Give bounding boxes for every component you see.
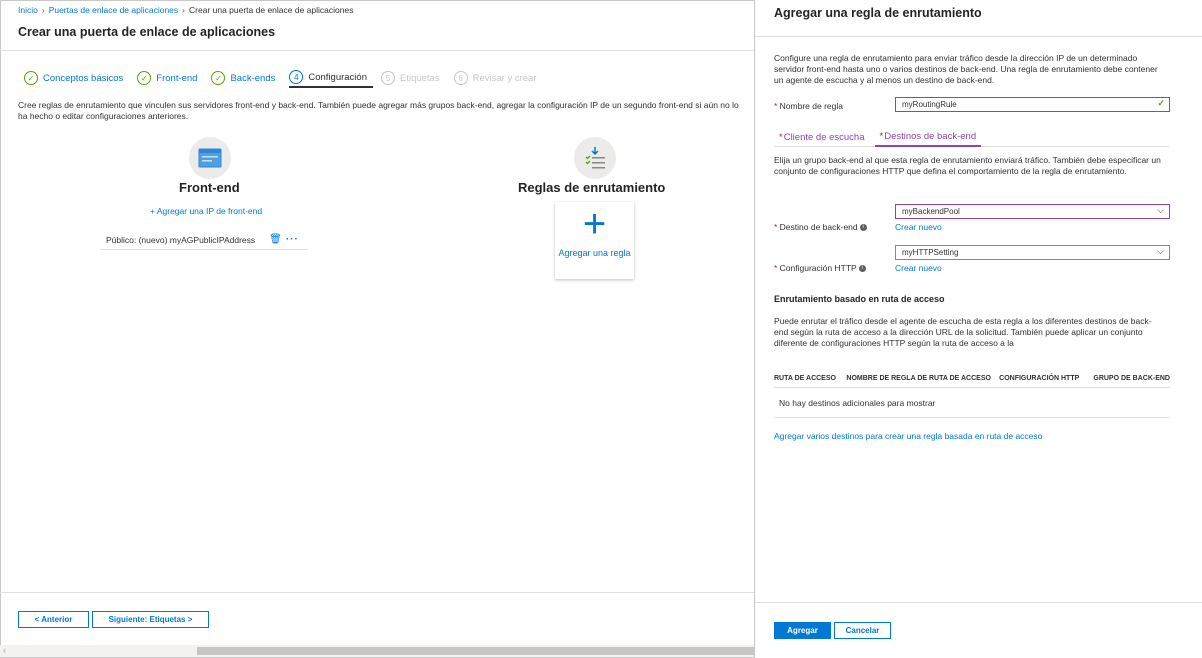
routing-rules-title: Reglas de enrutamiento: [518, 180, 666, 195]
chevron-down-icon: ⌵: [1157, 246, 1164, 256]
rule-name-value: myRoutingRule: [902, 100, 957, 109]
create-new-backend-link[interactable]: Crear nuevo: [895, 222, 942, 232]
check-circle-icon: ✓: [211, 71, 226, 85]
breadcrumb: Inicio › Puertas de enlace de aplicaciones…: [18, 5, 353, 15]
tab-label: Conceptos básicos: [43, 72, 124, 84]
frontend-ip-entry: Público: (nuevo) myAGPublicIPAddress: [106, 234, 256, 245]
panel-intro: Configure una regla de enrutamiento para…: [774, 53, 1158, 85]
divider: [0, 592, 754, 593]
tab-label: Revisar y crear: [472, 72, 537, 84]
path-targets-table: RUTA DE ACCESO NOMBRE DE REGLA DE RUTA D…: [774, 370, 1170, 418]
breadcrumb-home[interactable]: Inicio: [18, 5, 38, 15]
frontend-title: Front-end: [179, 180, 240, 195]
path-routing-description: Puede enrutar el tráfico desde el agente…: [774, 316, 1152, 348]
tab-frontend[interactable]: ✓ Front-end: [137, 68, 203, 88]
cancel-button[interactable]: Cancelar: [834, 622, 891, 639]
check-circle-icon: ✓: [137, 71, 152, 85]
column-header: GRUPO DE BACK-END: [1093, 375, 1170, 382]
scrollbar-thumb[interactable]: [197, 647, 754, 655]
panel-title: Agregar una regla de enrutamiento: [774, 6, 982, 20]
add-button[interactable]: Agregar: [774, 622, 831, 639]
tab-label: Back-ends: [230, 72, 276, 84]
tab-listener[interactable]: * Cliente de escucha: [774, 127, 870, 147]
info-icon: i: [858, 265, 866, 273]
http-setting-value: myHTTPSetting: [902, 248, 959, 257]
tab-tags[interactable]: 5 Etiquetas: [380, 68, 446, 88]
step-number-icon: 4: [289, 70, 304, 84]
tab-backends[interactable]: ✓ Back-ends: [211, 68, 281, 88]
step-number-icon: 5: [380, 71, 395, 85]
info-icon: i: [859, 224, 867, 232]
breadcrumb-gateways[interactable]: Puertas de enlace de aplicaciones: [49, 5, 178, 15]
trash-icon[interactable]: 🗑: [269, 234, 282, 245]
add-multiple-targets-link[interactable]: Agregar varios destinos para crear una r…: [774, 431, 1042, 441]
frontend-ip-row: Público: (nuevo) myAGPublicIPAddress 🗑 ·…: [100, 230, 308, 250]
path-routing-heading: Enrutamiento basado en ruta de acceso: [774, 294, 945, 304]
divider: [755, 36, 1202, 37]
checkmark-icon: ✓: [1157, 98, 1165, 108]
plus-icon: +: [582, 202, 607, 246]
tab-label: Etiquetas: [399, 72, 440, 84]
rule-name-label: * Nombre de regla: [774, 101, 843, 111]
previous-button[interactable]: < Anterior: [18, 611, 89, 628]
breadcrumb-current: Crear una puerta de enlace de aplicacion…: [189, 5, 354, 15]
more-options-icon[interactable]: ···: [286, 234, 299, 245]
http-setting-label: * Configuración HTTP i: [774, 263, 866, 273]
tab-label: Configuración: [308, 71, 367, 83]
panel-tabs: * Cliente de escucha * Destinos de back-en…: [774, 127, 1169, 147]
divider: [755, 602, 1202, 603]
check-circle-icon: ✓: [24, 71, 38, 85]
add-frontend-ip-link[interactable]: + Agregar una IP de front-end: [150, 206, 262, 216]
backend-target-select[interactable]: myBackendPool ⌵: [895, 204, 1170, 219]
tab-configuration[interactable]: 4 Configuración: [289, 68, 373, 88]
wizard-tabs: ✓ Conceptos básicos ✓ Front-end ✓ Back-ends…: [24, 68, 550, 90]
table-header: RUTA DE ACCESO NOMBRE DE REGLA DE RUTA D…: [774, 370, 1170, 388]
routing-rules-icon: [574, 137, 616, 179]
step-number-icon: 6: [453, 71, 468, 85]
http-setting-select[interactable]: myHTTPSetting ⌵: [895, 245, 1170, 260]
create-new-http-link[interactable]: Crear nuevo: [895, 263, 942, 273]
tab-review-create[interactable]: 6 Revisar y crear: [453, 68, 543, 88]
column-header: NOMBRE DE REGLA DE RUTA DE ACCESO: [846, 375, 991, 382]
table-empty-row: No hay destinos adicionales para mostrar: [774, 388, 1170, 418]
rule-name-input[interactable]: myRoutingRule ✓: [895, 97, 1170, 112]
column-header: RUTA DE ACCESO: [774, 375, 836, 382]
add-rule-button[interactable]: + Agregar una regla: [555, 202, 634, 279]
tab-basics[interactable]: ✓ Conceptos básicos: [24, 68, 129, 88]
frontend-icon: [189, 137, 231, 179]
horizontal-scrollbar[interactable]: ‹: [0, 645, 754, 657]
tab-label: Front-end: [156, 72, 198, 84]
next-tags-button[interactable]: Siguiente: Etiquetas >: [92, 611, 209, 628]
chevron-down-icon: ⌵: [1157, 205, 1164, 215]
breadcrumb-separator-icon: ›: [41, 5, 45, 15]
add-rule-label: Agregar una regla: [558, 248, 631, 258]
scroll-left-icon[interactable]: ‹: [3, 645, 6, 655]
column-header: CONFIGURACIÓN HTTP: [999, 375, 1080, 382]
page-description: Cree reglas de enrutamiento que vinculen…: [18, 100, 739, 121]
tab-backend-targets[interactable]: * Destinos de back-end: [874, 127, 982, 147]
page-title: Crear una puerta de enlace de aplicacion…: [18, 25, 276, 39]
backend-target-value: myBackendPool: [902, 207, 960, 216]
targets-description: Elija un grupo back-end al que esta regl…: [774, 155, 1161, 176]
breadcrumb-separator-icon: ›: [182, 5, 186, 15]
add-routing-rule-panel: Agregar una regla de enrutamiento Config…: [754, 0, 1202, 658]
divider: [0, 50, 754, 51]
backend-target-label: * Destino de back-end i: [774, 222, 867, 232]
